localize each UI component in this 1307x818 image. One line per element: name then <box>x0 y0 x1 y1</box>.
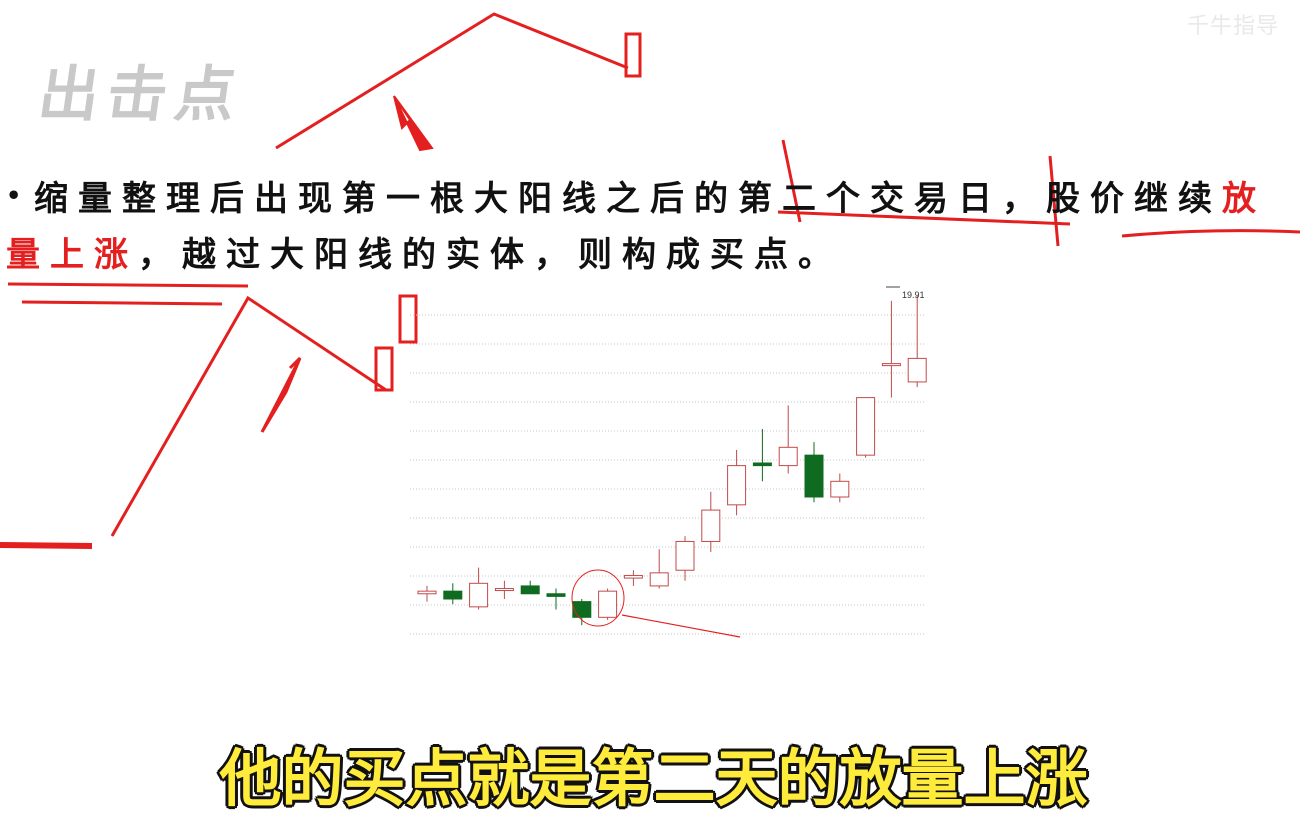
candle-body <box>520 585 540 595</box>
candle-body <box>572 601 592 618</box>
candle-body <box>443 590 463 600</box>
candle <box>856 397 876 458</box>
top-zigzag-box <box>624 32 642 78</box>
candle <box>675 536 695 581</box>
candle-body <box>856 397 876 456</box>
candle-body <box>675 540 695 571</box>
candle <box>778 405 798 474</box>
candle <box>469 567 489 610</box>
bullet-dot: • <box>6 181 32 210</box>
candle-body <box>778 446 798 467</box>
candle-body <box>727 465 747 506</box>
candle-body <box>546 593 566 597</box>
lower-arrow-icon <box>260 356 302 433</box>
candle-body <box>701 509 721 542</box>
candle-body <box>598 590 618 618</box>
candle-body <box>469 582 489 608</box>
candle-body <box>649 572 669 587</box>
rule-text-part1: 缩量整理后出现第一根大阳线之后的第二个交易日，股价继续 <box>34 179 1222 219</box>
candle <box>752 429 772 482</box>
underline-mark <box>7 282 249 288</box>
base-line <box>0 542 93 549</box>
candlestick-chart: 19.91 <box>410 286 927 638</box>
candle-body <box>752 462 772 467</box>
top-zigzag-line <box>275 12 629 150</box>
candle <box>598 588 618 620</box>
candle <box>701 491 721 552</box>
candle-body <box>907 357 927 383</box>
peak-price-label: 19.91 <box>902 290 925 300</box>
candle-body <box>881 363 901 367</box>
candle-body <box>417 590 437 595</box>
candle <box>881 300 901 398</box>
video-subtitle: 他的买点就是第二天的放量上涨 <box>219 742 1088 815</box>
rule-text-part2: ，越过大阳线的实体，则构成买点。 <box>138 235 842 275</box>
top-arrow-icon <box>393 95 434 152</box>
candle <box>494 580 514 599</box>
lower-zigzag-line <box>110 295 387 537</box>
candle <box>649 549 669 589</box>
candle <box>804 442 824 503</box>
buy-point-rule: •缩量整理后出现第一根大阳线之后的第二个交易日，股价继续放量上涨，越过大阳线的实… <box>6 168 1306 283</box>
underline-mark <box>21 300 223 306</box>
candle <box>546 588 566 610</box>
candle-body <box>830 480 850 498</box>
candle <box>727 449 747 516</box>
candle <box>417 585 437 602</box>
candle <box>830 473 850 503</box>
candle <box>907 295 927 388</box>
candle <box>520 580 540 595</box>
candle <box>443 583 463 605</box>
candle-body <box>494 588 514 592</box>
candle <box>623 570 643 586</box>
candle-body <box>804 454 824 498</box>
candle-body <box>623 574 643 579</box>
